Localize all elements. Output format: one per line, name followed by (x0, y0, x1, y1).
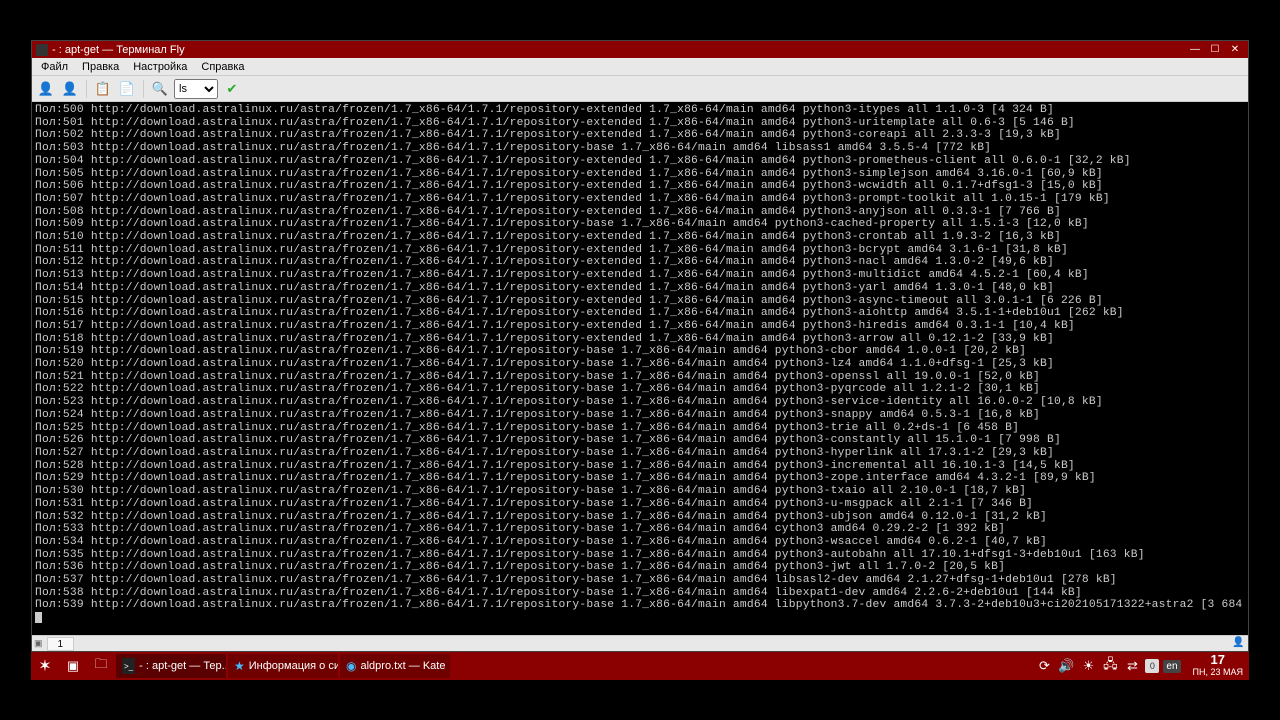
info-icon: ★ (234, 658, 245, 674)
search-icon[interactable]: 🔍 (150, 79, 170, 99)
terminal-output[interactable]: Пол:500 http://download.astralinux.ru/as… (32, 102, 1248, 635)
close-button[interactable]: ✕ (1226, 43, 1244, 56)
app-icon (36, 44, 48, 56)
command-select[interactable]: ls (174, 79, 218, 99)
show-desktop-button[interactable]: ▣ (59, 652, 87, 680)
clock-time: 17 (1193, 654, 1243, 666)
toolbar: 👤 👤 📋 📄 🔍 ls ✔ (32, 76, 1248, 102)
paste-button[interactable]: 📄 (117, 79, 137, 99)
brightness-icon[interactable]: ☀ (1079, 657, 1097, 675)
separator (143, 80, 144, 98)
network-icon[interactable]: 🖧 (1101, 657, 1119, 675)
task-label: Информация о си... (249, 660, 338, 672)
menu-file[interactable]: Файл (34, 60, 75, 74)
menu-help[interactable]: Справка (194, 60, 251, 74)
menubar: Файл Правка Настройка Справка (32, 58, 1248, 76)
separator (86, 80, 87, 98)
titlebar[interactable]: - : apt-get — Терминал Fly — ☐ ✕ (32, 41, 1248, 58)
system-tray: ⟳ 🔊 ☀ 🖧 ⇄ 0 en (1029, 657, 1186, 675)
taskbar-task-terminal[interactable]: >_ - : apt-get — Тер... (116, 654, 226, 678)
minimize-button[interactable]: — (1186, 43, 1204, 56)
new-tab-button[interactable]: 👤 (36, 79, 56, 99)
volume-icon[interactable]: 🔊 (1057, 657, 1075, 675)
notification-icon[interactable]: 👤 (1232, 637, 1246, 651)
task-label: - : apt-get — Тер... (139, 660, 226, 672)
tab-handle-icon: ▣ (34, 638, 43, 649)
start-button[interactable]: ✶ (31, 652, 59, 680)
tabbar: ▣ 1 👤 (32, 635, 1248, 651)
taskbar-task-kate[interactable]: ◉ aldpro.txt — Kate (340, 654, 450, 678)
run-button[interactable]: ✔ (222, 79, 242, 99)
update-icon[interactable]: ⟳ (1035, 657, 1053, 675)
menu-edit[interactable]: Правка (75, 60, 126, 74)
kate-icon: ◉ (346, 658, 356, 674)
taskbar-task-info[interactable]: ★ Информация о си... (228, 654, 338, 678)
clock-date: ПН, 23 МАЯ (1193, 666, 1243, 678)
copy-button[interactable]: 📋 (93, 79, 113, 99)
maximize-button[interactable]: ☐ (1206, 43, 1224, 56)
keyboard-layout[interactable]: en (1163, 660, 1180, 673)
close-tab-button[interactable]: 👤 (60, 79, 80, 99)
file-manager-button[interactable]: 🗀 (87, 652, 115, 680)
shield-icon[interactable]: 0 (1145, 659, 1159, 673)
terminal-icon: >_ (122, 658, 135, 674)
terminal-window: - : apt-get — Терминал Fly — ☐ ✕ Файл Пр… (31, 40, 1249, 652)
menu-settings[interactable]: Настройка (126, 60, 194, 74)
tab-1[interactable]: 1 (47, 637, 75, 651)
task-label: aldpro.txt — Kate (360, 660, 445, 672)
clock[interactable]: 17 ПН, 23 МАЯ (1187, 654, 1249, 678)
window-title: - : apt-get — Терминал Fly (52, 44, 1184, 56)
usb-icon[interactable]: ⇄ (1123, 657, 1141, 675)
taskbar: ✶ ▣ 🗀 >_ - : apt-get — Тер... ★ Информац… (31, 652, 1249, 680)
